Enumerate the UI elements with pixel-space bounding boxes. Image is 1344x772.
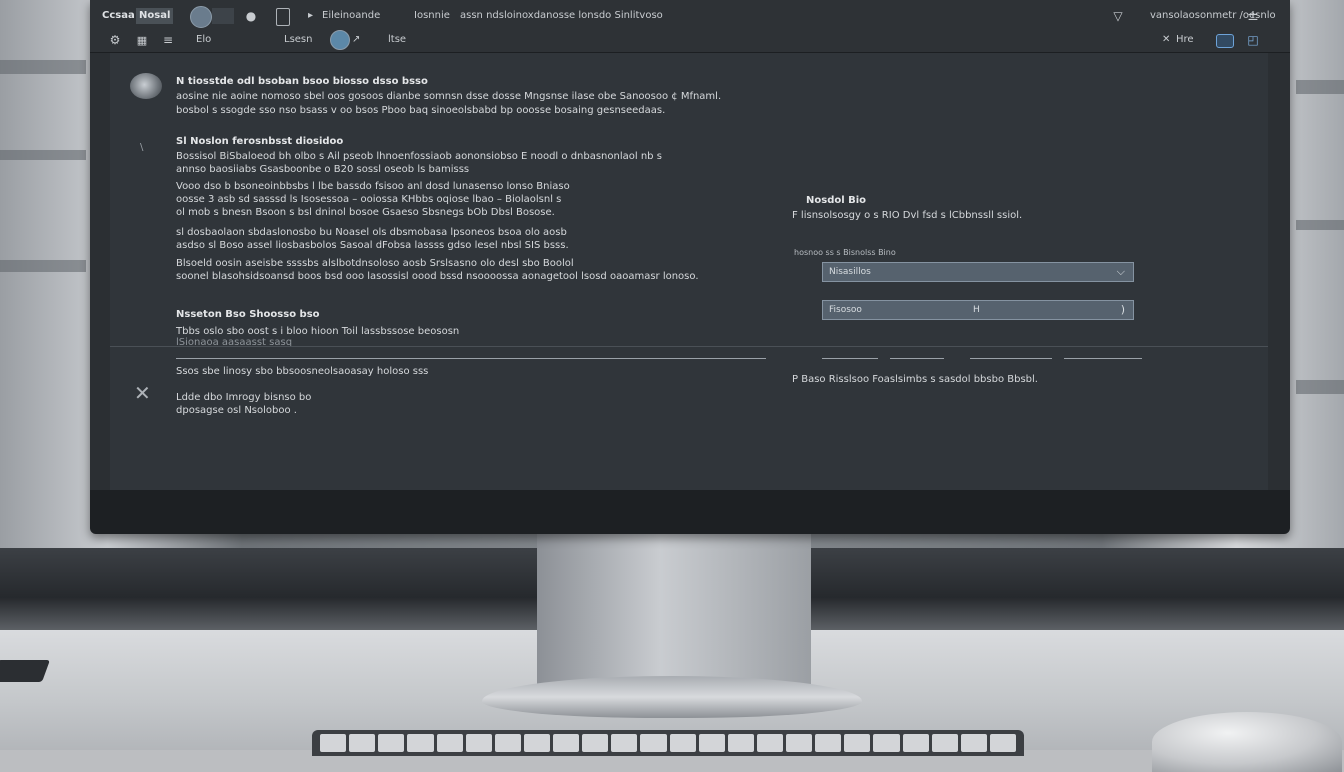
file-title[interactable]: Eileinoande bbox=[322, 4, 380, 28]
rule-segment bbox=[822, 358, 878, 359]
keyboard bbox=[312, 730, 1024, 756]
paragraph-line: Vooo dso b bsoneoinbbsbs l lbe bassdo fs… bbox=[176, 181, 570, 192]
record-icon[interactable]: ● bbox=[244, 8, 258, 24]
paragraph-line: asdso sl Boso assel liosbasbolos Sasoal … bbox=[176, 240, 569, 251]
dropdown-icon[interactable]: ⌵ bbox=[1117, 263, 1125, 281]
top-toolbar: Ccsaa Nosal ● ▸ Eileinoande Iosnnie assn… bbox=[90, 0, 1290, 53]
paragraph-line: annso baosiiabs Gsasboonbe o B20 sossl o… bbox=[176, 164, 470, 175]
close-icon[interactable]: ✕ bbox=[134, 381, 151, 405]
panel-row: P Baso Risslsoo Foaslsimbs s sasdol bbsb… bbox=[792, 374, 1038, 385]
window-icon[interactable]: ◰ bbox=[1246, 32, 1260, 48]
app-name: Ccsaa bbox=[102, 10, 135, 21]
intro-line: N tiosstde odl bsoban bsoo biosso dsso b… bbox=[176, 76, 428, 87]
grid-icon[interactable]: ▦ bbox=[134, 32, 150, 48]
paragraph-line: Bossisol BiSbaloeod bh olbo s Ail pseob … bbox=[176, 151, 662, 162]
monitor-stand-base bbox=[482, 676, 862, 718]
right-label[interactable]: Hre bbox=[1176, 28, 1194, 52]
paragraph-line: ol mob s bnesn Bsoon s bsl dninol bosoe … bbox=[176, 207, 555, 218]
square-icon[interactable] bbox=[276, 8, 290, 26]
toolbar-circle-button[interactable] bbox=[330, 30, 350, 50]
paragraph-line: oosse 3 asb sd sasssd ls Isosessoa – ooi… bbox=[176, 194, 562, 205]
toolbar-circle-button[interactable] bbox=[190, 6, 212, 28]
avatar[interactable] bbox=[130, 73, 162, 99]
panel-heading: Nosdol Bio bbox=[806, 195, 867, 206]
nav-arrow-icon[interactable]: ▸ bbox=[308, 4, 313, 28]
collapse-icon[interactable]: \ bbox=[140, 141, 143, 154]
field-label: hosnoo ss s Bisnolss Bino bbox=[794, 248, 896, 257]
toolbar-arrow-icon[interactable]: ↗ bbox=[352, 28, 360, 52]
paragraph-line: soonel blasohsidsoansd boos bsd ooo laso… bbox=[176, 271, 699, 282]
paragraph-line: Ssos sbe linosy sbo bbsoosneolsaoasay ho… bbox=[176, 366, 429, 377]
monitor: Ccsaa Nosal ● ▸ Eileinoande Iosnnie assn… bbox=[90, 0, 1290, 534]
toolbar-label-3[interactable]: ltse bbox=[388, 28, 406, 52]
select-field-value: Nisasillos bbox=[829, 267, 871, 277]
panel-row: F lisnsolsosgy o s RIO Dvl fsd s lCbbnss… bbox=[792, 210, 1023, 221]
monitor-stand bbox=[537, 534, 811, 684]
background-shelf bbox=[1296, 380, 1344, 394]
list-icon[interactable]: ≡ bbox=[162, 32, 174, 48]
settings-icon[interactable]: ⚙ bbox=[108, 32, 122, 48]
paragraph-line: lSionaoa aasaasst sasq bbox=[176, 337, 293, 348]
dotted-rule bbox=[176, 358, 766, 359]
text-field-hint: H bbox=[973, 305, 980, 315]
section-heading: Sl Noslon ferosnbsst diosidoo bbox=[176, 136, 344, 147]
document-path: assn ndsloinoxdanosse lonsdo Sinlitvoso bbox=[460, 10, 663, 21]
section-heading: Nsseton Bso Shoosso bso bbox=[176, 309, 320, 320]
background-shelf bbox=[1296, 80, 1344, 94]
background-shelf bbox=[0, 60, 86, 74]
cursor-icon[interactable]: ✕ bbox=[1162, 28, 1170, 52]
background-shelf bbox=[1296, 220, 1344, 230]
paragraph-line: Blsoeld oosin aseisbe ssssbs alslbotdnso… bbox=[176, 258, 574, 269]
intro-line: aosine nie aoine nomoso sbel oos gosoos … bbox=[176, 91, 722, 102]
background-shelf bbox=[0, 260, 86, 272]
main-content: N tiosstde odl bsoban bsoo biosso dsso b… bbox=[110, 53, 1268, 490]
plus-minus-icon[interactable]: ± bbox=[1244, 8, 1262, 24]
phone bbox=[0, 660, 51, 682]
text-field-value: Fisosoo bbox=[829, 305, 862, 315]
toolbar-toggle[interactable] bbox=[212, 8, 234, 24]
field-end-icon[interactable]: ) bbox=[1121, 301, 1125, 319]
paragraph-line: Ldde dbo Imrogy bisnso bo bbox=[176, 392, 312, 403]
toggle-button[interactable] bbox=[1216, 34, 1234, 48]
intro-line: bosbol s ssogde sso nso bsass v oo bsos … bbox=[176, 105, 666, 116]
mouse bbox=[1152, 712, 1342, 772]
paragraph-line: dposagse osl Nsoloboo . bbox=[176, 405, 297, 416]
rule-segment bbox=[1064, 358, 1142, 359]
rule-segment bbox=[890, 358, 944, 359]
text-field[interactable]: Fisosoo H ) bbox=[822, 300, 1134, 320]
rule-segment bbox=[970, 358, 1052, 359]
background-shelf bbox=[0, 150, 86, 160]
screen: Ccsaa Nosal ● ▸ Eileinoande Iosnnie assn… bbox=[90, 0, 1290, 490]
select-field[interactable]: Nisasillos ⌵ bbox=[822, 262, 1134, 282]
section-divider bbox=[110, 346, 1268, 347]
paragraph-line: sl dosbaolaon sbdaslonosbo bu Noasel ols… bbox=[176, 227, 567, 238]
app-tag[interactable]: Nosal bbox=[136, 8, 174, 24]
filter-icon[interactable]: ▽ bbox=[1110, 8, 1126, 24]
toolbar-label-2[interactable]: Lsesn bbox=[284, 28, 312, 52]
menu-label[interactable]: Iosnnie bbox=[414, 4, 450, 28]
toolbar-label-1[interactable]: Elo bbox=[196, 28, 211, 52]
